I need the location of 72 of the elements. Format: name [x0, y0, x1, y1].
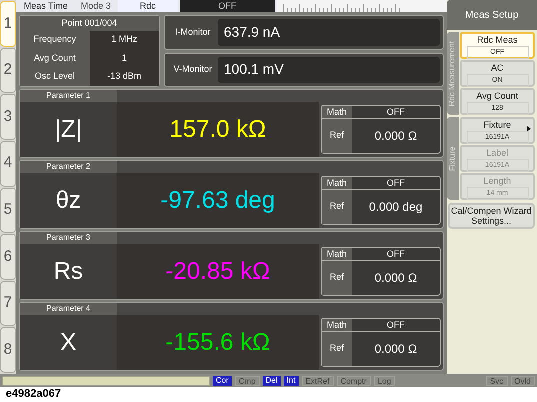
- status-indicator: ExtRef: [302, 376, 334, 386]
- math-label: Math: [322, 177, 352, 189]
- ref-value: 0.000 Ω: [374, 270, 418, 287]
- math-value: OFF: [386, 319, 406, 331]
- math-value: OFF: [386, 248, 406, 260]
- channel-tab[interactable]: 1: [0, 1, 16, 47]
- parameter-name: θz: [20, 173, 117, 228]
- parameter-value: 157.0 kΩ: [117, 102, 319, 157]
- parameter-title: Parameter 1: [20, 90, 117, 102]
- math-value: OFF: [386, 177, 406, 189]
- parameter-value: -97.63 deg: [117, 173, 319, 228]
- monitor-value: 637.9 nA: [218, 19, 440, 46]
- point-value: -13 dBm: [90, 68, 159, 86]
- parameter-value: -155.6 kΩ: [117, 315, 319, 370]
- meas-time-value: Mode 3: [80, 0, 112, 12]
- monitor-label: I-Monitor: [174, 26, 212, 38]
- ref-value: 0.000 Ω: [374, 341, 418, 358]
- parameter-value: -20.85 kΩ: [117, 244, 319, 299]
- parameter-title: Parameter 4: [20, 303, 117, 315]
- point-label: Frequency: [20, 31, 90, 50]
- menu-title: Meas Setup: [447, 0, 537, 30]
- math-label: Math: [322, 106, 352, 118]
- point-value: 1 MHz: [90, 31, 159, 50]
- rdc-value: OFF: [180, 0, 275, 12]
- point-label: Osc Level: [20, 68, 90, 86]
- channel-tab[interactable]: 5: [0, 188, 16, 234]
- softkey-label: Avg Count: [476, 91, 518, 102]
- softkey-label: Fixture: [484, 120, 512, 131]
- channel-tab[interactable]: 3: [0, 94, 16, 140]
- status-indicator: Svc: [486, 376, 508, 386]
- rdc-label: Rdc: [118, 0, 178, 12]
- status-indicator: Log: [374, 376, 396, 386]
- status-indicator: Del: [262, 376, 281, 386]
- ref-value: 0.000 Ω: [374, 128, 418, 145]
- ref-value: 0.000 deg: [368, 199, 424, 216]
- channel-tab[interactable]: 8: [0, 327, 16, 373]
- parameter-name: Rs: [20, 244, 117, 299]
- math-label: Math: [322, 248, 352, 260]
- group-label: Fixture: [447, 146, 458, 171]
- parameter-title: Parameter 3: [20, 232, 117, 244]
- softkey-label: Length: [484, 176, 512, 187]
- status-indicator: Int: [284, 376, 299, 386]
- channel-tab[interactable]: 7: [0, 280, 16, 326]
- group-label: Rdc Measurement: [447, 40, 458, 106]
- math-label: Math: [322, 319, 352, 331]
- softkey-label: Rdc Meas: [477, 35, 518, 46]
- cal-compen-wizard-button[interactable]: Cal/Compen Wizard Settings...: [448, 203, 535, 229]
- monitor-label: V-Monitor: [172, 63, 214, 76]
- ref-label: Ref: [322, 190, 352, 224]
- submenu-arrow-icon: [527, 126, 531, 132]
- parameter-name: |Z|: [20, 102, 117, 157]
- status-indicator: Cor: [213, 376, 232, 386]
- point-value: 1: [90, 49, 159, 68]
- math-value: OFF: [386, 106, 406, 118]
- ref-label: Ref: [322, 119, 352, 153]
- ref-label: Ref: [322, 261, 352, 295]
- point-title: Point 001/004: [20, 16, 159, 31]
- meas-time-label: Meas Time: [22, 0, 69, 12]
- status-indicator: Cmp: [234, 376, 260, 386]
- figure-caption: e4982a067: [5, 387, 62, 402]
- parameter-title: Parameter 2: [20, 161, 117, 173]
- status-indicator: Ovld: [510, 376, 535, 386]
- ref-label: Ref: [322, 332, 352, 366]
- softkey-label: Label: [486, 148, 509, 159]
- softkey-label: AC: [491, 63, 504, 74]
- channel-tab[interactable]: 6: [0, 234, 16, 280]
- status-indicator: Comptr: [336, 376, 371, 386]
- channel-tab[interactable]: 2: [0, 48, 16, 94]
- channel-tab[interactable]: 4: [0, 140, 16, 186]
- parameter-name: X: [20, 315, 117, 370]
- monitor-value: 100.1 mV: [218, 56, 440, 83]
- point-label: Avg Count: [20, 49, 90, 68]
